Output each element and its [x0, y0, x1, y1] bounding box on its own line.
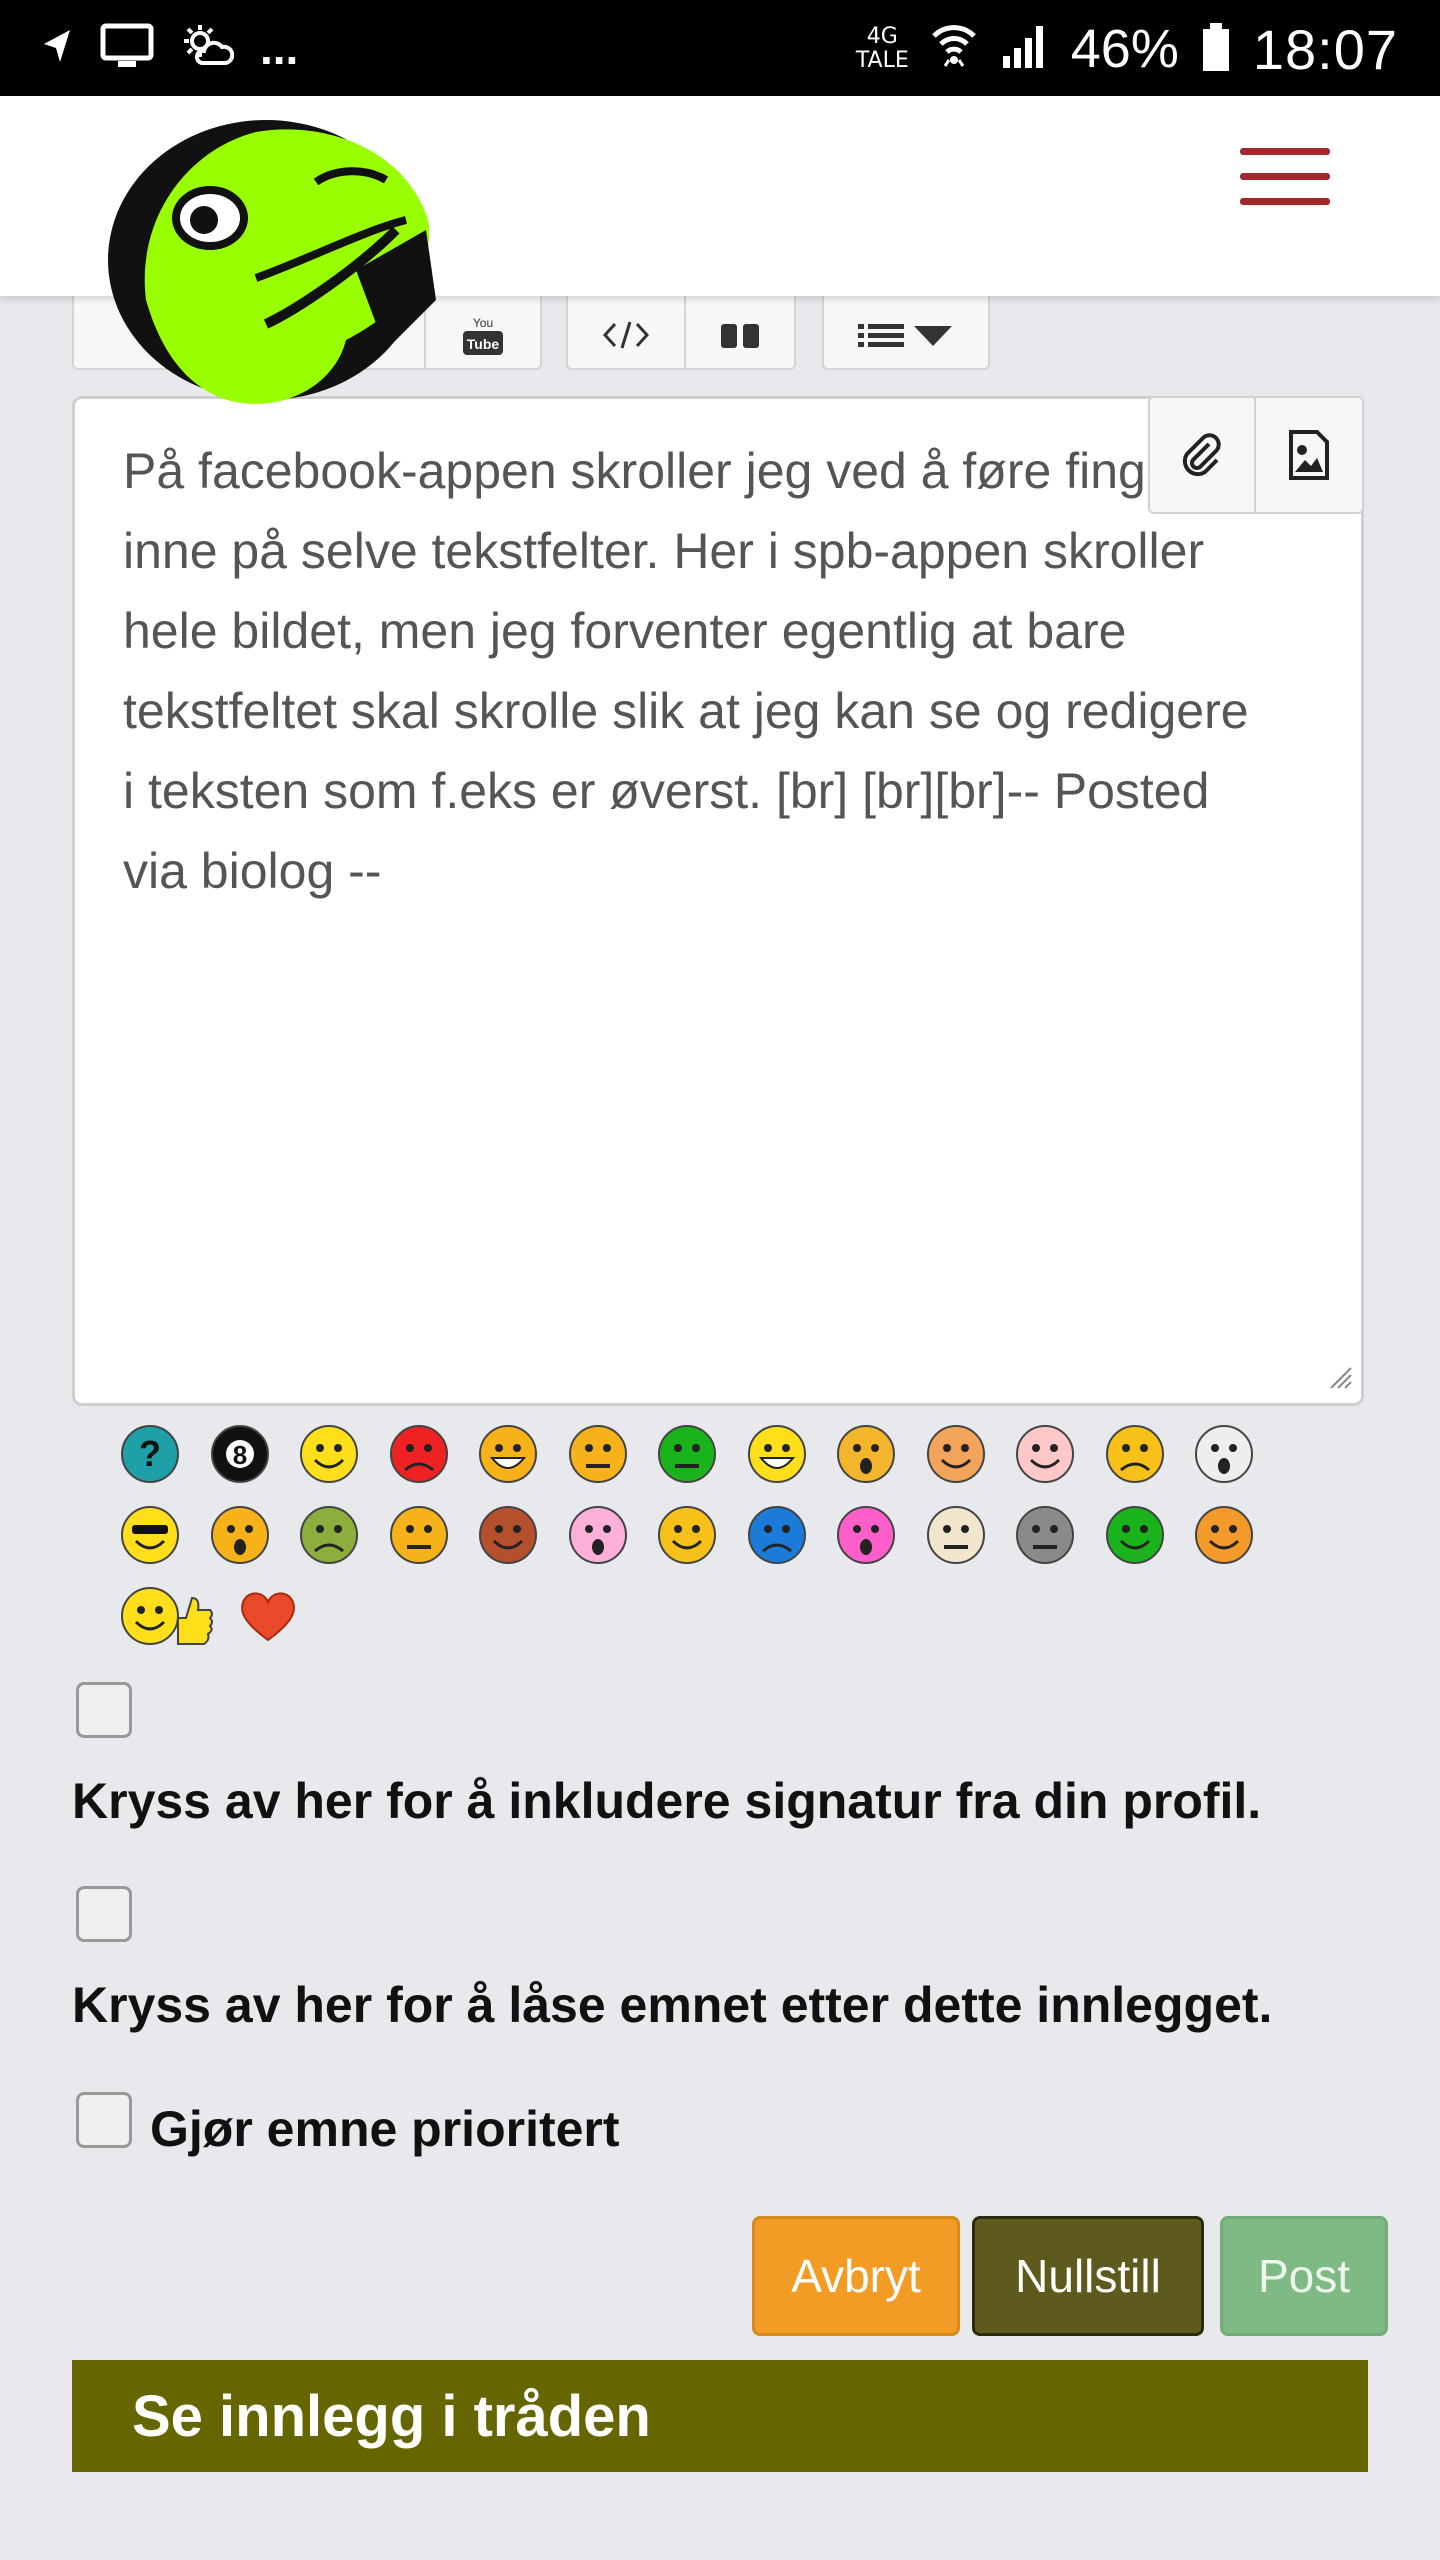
rolleyes-icon[interactable] [924, 1503, 988, 1567]
post-editor[interactable]: På facebook-appen skroller jeg ved å før… [72, 396, 1364, 1406]
tongue-icon[interactable] [1103, 1503, 1167, 1567]
signature-checkbox[interactable] [76, 1682, 132, 1738]
priority-label: Gjør emne prioritert [150, 2101, 620, 2157]
signal-icon [999, 22, 1049, 77]
devil-icon[interactable] [476, 1503, 540, 1567]
battery-icon [1201, 21, 1231, 78]
cast-icon [100, 23, 154, 74]
navigation-icon [40, 26, 74, 71]
post-button[interactable]: Post [1220, 2216, 1388, 2336]
list-dropdown-icon [858, 324, 952, 347]
editor-text[interactable]: På facebook-appen skroller jeg ved å før… [123, 431, 1263, 911]
reset-button[interactable]: Nullstill [972, 2216, 1204, 2336]
green-smile-icon[interactable] [655, 1422, 719, 1486]
gray-face-icon[interactable] [1013, 1503, 1077, 1567]
frog-logo[interactable] [106, 110, 436, 406]
cancel-button[interactable]: Avbryt [752, 2216, 960, 2336]
eek-icon[interactable] [834, 1422, 898, 1486]
sick-icon[interactable] [297, 1503, 361, 1567]
kiss-icon[interactable] [566, 1503, 630, 1567]
paperclip-icon[interactable] [1150, 398, 1256, 512]
8ball-smiley-icon[interactable]: 8 [208, 1422, 272, 1486]
cry-icon[interactable] [745, 1503, 809, 1567]
smile-icon[interactable] [297, 1422, 361, 1486]
happy-orange-icon[interactable] [1192, 1503, 1256, 1567]
wink-icon[interactable] [655, 1503, 719, 1567]
lock-topic-label: Kryss av her for å låse emnet etter dett… [72, 1977, 1273, 2033]
angry-icon[interactable] [387, 1422, 451, 1486]
clown-icon[interactable] [1192, 1422, 1256, 1486]
network-type: 4G TALE [855, 24, 909, 73]
blush-icon[interactable] [1013, 1422, 1077, 1486]
more-notifications: ... [260, 22, 299, 74]
hamburger-menu-icon[interactable] [1236, 146, 1336, 208]
status-bar: ... 4G TALE 46% 18:07 [0, 0, 1440, 96]
svg-text:?: ? [139, 1433, 161, 1474]
battery-percent: 46% [1070, 19, 1179, 79]
code-icon [602, 321, 650, 349]
quote-icon [721, 324, 759, 348]
shocked-icon[interactable] [834, 1503, 898, 1567]
laugh-icon[interactable] [476, 1422, 540, 1486]
wifi-icon [931, 22, 977, 77]
image-icon[interactable] [1256, 398, 1362, 512]
heart-icon[interactable] [236, 1584, 300, 1648]
question-smiley-icon[interactable]: ? [118, 1422, 182, 1486]
resize-handle-icon[interactable] [1325, 1362, 1353, 1395]
priority-checkbox[interactable] [76, 2092, 132, 2148]
lock-topic-checkbox[interactable] [76, 1886, 132, 1942]
signature-label: Kryss av her for å inkludere signatur fr… [72, 1773, 1262, 1829]
clock: 18:07 [1252, 17, 1398, 81]
svg-text:You: You [473, 316, 493, 330]
surprised-o-icon[interactable] [208, 1503, 272, 1567]
editor-attachments [1148, 396, 1364, 514]
youtube-icon: You Tube [463, 316, 503, 355]
thumbs-up-icon[interactable] [118, 1584, 214, 1648]
svg-text:Tube: Tube [467, 336, 500, 352]
weather-icon [180, 23, 235, 74]
svg-text:8: 8 [232, 1440, 246, 1470]
grin-icon[interactable] [745, 1422, 809, 1486]
cool-icon[interactable] [118, 1503, 182, 1567]
sad-icon[interactable] [1103, 1422, 1167, 1486]
view-thread-posts-link[interactable]: Se innlegg i tråden [72, 2360, 1368, 2472]
annoyed-icon[interactable] [566, 1422, 630, 1486]
confused-icon[interactable] [387, 1503, 451, 1567]
wink-face-icon[interactable] [924, 1422, 988, 1486]
